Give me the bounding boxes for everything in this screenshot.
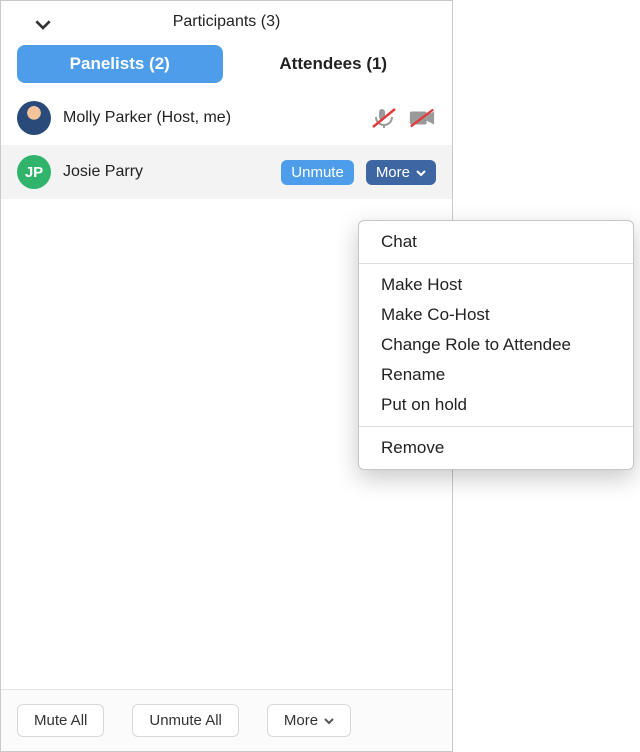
footer-more-button[interactable]: More xyxy=(267,704,351,737)
status-icons xyxy=(370,107,436,129)
mute-all-button[interactable]: Mute All xyxy=(17,704,104,737)
menu-rename[interactable]: Rename xyxy=(359,360,633,390)
footer-more-label: More xyxy=(284,712,318,729)
panel-title: Participants (3) xyxy=(15,13,438,31)
tab-panelists[interactable]: Panelists (2) xyxy=(17,45,223,83)
chevron-down-icon xyxy=(324,712,334,729)
menu-remove[interactable]: Remove xyxy=(359,433,633,463)
avatar xyxy=(17,101,51,135)
participant-name: Josie Parry xyxy=(63,163,269,181)
menu-chat[interactable]: Chat xyxy=(359,227,633,257)
chevron-down-icon xyxy=(416,164,426,181)
more-button[interactable]: More xyxy=(366,160,436,185)
menu-make-co-host[interactable]: Make Co-Host xyxy=(359,300,633,330)
menu-make-host[interactable]: Make Host xyxy=(359,270,633,300)
video-off-icon xyxy=(408,107,436,129)
collapse-icon[interactable] xyxy=(35,17,51,33)
unmute-all-button[interactable]: Unmute All xyxy=(132,704,239,737)
panel-footer: Mute All Unmute All More xyxy=(1,689,452,751)
participant-name: Molly Parker (Host, me) xyxy=(63,109,358,127)
participant-row: JP Josie Parry Unmute More xyxy=(1,145,452,199)
menu-separator xyxy=(359,263,633,264)
participant-row: Molly Parker (Host, me) xyxy=(1,91,452,145)
mic-muted-icon xyxy=(370,107,398,129)
menu-put-on-hold[interactable]: Put on hold xyxy=(359,390,633,420)
more-dropdown: Chat Make Host Make Co-Host Change Role … xyxy=(358,220,634,470)
avatar: JP xyxy=(17,155,51,189)
panel-header: Participants (3) xyxy=(1,1,452,45)
menu-change-role[interactable]: Change Role to Attendee xyxy=(359,330,633,360)
tab-attendees[interactable]: Attendees (1) xyxy=(231,45,437,83)
unmute-button[interactable]: Unmute xyxy=(281,160,354,185)
more-button-label: More xyxy=(376,164,410,181)
tabs: Panelists (2) Attendees (1) xyxy=(1,45,452,91)
menu-separator xyxy=(359,426,633,427)
